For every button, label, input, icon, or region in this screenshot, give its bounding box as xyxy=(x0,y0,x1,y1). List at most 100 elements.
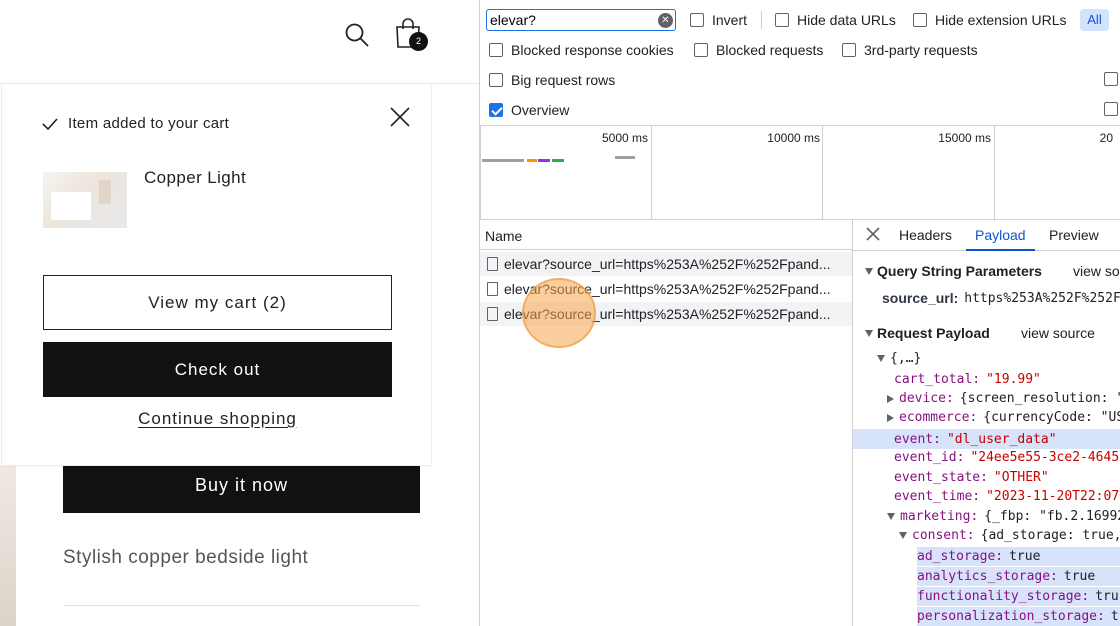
hide-extension-urls-checkbox[interactable]: Hide extension URLs xyxy=(913,12,1067,28)
checkbox-label: Hide extension URLs xyxy=(935,12,1067,28)
checkbox-label: Invert xyxy=(712,12,748,28)
query-param-row: source_url: https%253A%252F%252Fp xyxy=(882,290,1120,306)
right-settings-checkbox-2[interactable] xyxy=(1104,102,1118,116)
timeline-gridline xyxy=(994,126,995,221)
product-thumbnail xyxy=(43,172,127,228)
type-filter-all-button[interactable]: All xyxy=(1080,9,1109,31)
checkbox-box[interactable] xyxy=(842,43,856,57)
request-payload-section-header[interactable]: Request Payload xyxy=(865,325,990,341)
request-name[interactable]: elevar?source_url=https%253A%252F%252Fpa… xyxy=(504,256,844,272)
collapse-triangle-icon[interactable] xyxy=(887,513,895,520)
checkbox-box[interactable] xyxy=(775,13,789,27)
collapse-triangle-icon[interactable] xyxy=(899,532,907,539)
expand-triangle-icon[interactable] xyxy=(877,355,885,362)
search-icon[interactable] xyxy=(344,22,370,48)
timeline-tick-label: 20 xyxy=(1099,131,1113,145)
invert-checkbox[interactable]: Invert xyxy=(690,12,747,28)
buy-it-now-button[interactable]: Buy it now xyxy=(63,458,420,513)
product-image-edge xyxy=(0,466,16,626)
right-settings-checkbox-1[interactable] xyxy=(1104,72,1118,86)
overview-checkbox[interactable]: Overview xyxy=(489,102,569,118)
payload-root[interactable]: {,…} xyxy=(877,351,921,366)
view-source-link[interactable]: view so xyxy=(1073,263,1120,279)
tab-preview[interactable]: Preview xyxy=(1049,220,1099,251)
timeline-tick-label: 10000 ms xyxy=(767,131,820,145)
checkbox-box[interactable] xyxy=(694,43,708,57)
clear-filter-icon[interactable]: ✕ xyxy=(658,13,673,28)
overview-timeline[interactable]: 5000 ms 10000 ms 15000 ms 20 xyxy=(480,125,1120,221)
big-request-rows-checkbox[interactable]: Big request rows xyxy=(489,72,615,88)
checkout-button[interactable]: Check out xyxy=(43,342,392,397)
close-icon[interactable] xyxy=(865,226,881,242)
check-icon xyxy=(42,117,58,130)
checkbox-label: Big request rows xyxy=(511,72,616,88)
payload-value: true xyxy=(1009,549,1041,564)
expand-triangle-icon[interactable] xyxy=(887,394,894,403)
waterfall-bar xyxy=(552,159,564,162)
divider xyxy=(63,605,420,606)
payload-line-highlighted: event: "dl_user_data" xyxy=(853,429,1120,449)
collapse-triangle-icon[interactable] xyxy=(865,329,873,337)
query-string-section-header[interactable]: Query String Parameters xyxy=(865,263,1042,279)
continue-shopping-link[interactable]: Continue shopping xyxy=(2,409,433,429)
checkbox-box[interactable] xyxy=(913,13,927,27)
payload-line[interactable]: device: {screen_resolution: " xyxy=(887,391,1120,406)
payload-line[interactable]: consent: {ad_storage: true, xyxy=(899,528,1120,543)
checkbox-label: 3rd-party requests xyxy=(864,42,978,58)
detail-tabs: Headers Payload Preview xyxy=(853,220,1120,251)
payload-key: event: xyxy=(894,431,941,447)
payload-value: {_fbp: "fb.2.16992 xyxy=(984,509,1120,524)
param-key: source_url: xyxy=(882,290,959,306)
checkbox-box[interactable] xyxy=(690,13,704,27)
timeline-gridline xyxy=(480,126,481,221)
payload-key: marketing: xyxy=(900,509,979,524)
close-icon[interactable] xyxy=(388,105,412,129)
payload-key: functionality_storage: xyxy=(917,589,1090,604)
view-cart-button[interactable]: View my cart (2) xyxy=(43,275,392,330)
product-description: Stylish copper bedside light xyxy=(63,547,309,568)
request-detail-panel: Headers Payload Preview Query String Par… xyxy=(852,220,1120,626)
payload-line-selected: functionality_storage: tru xyxy=(917,587,1120,606)
blocked-requests-checkbox[interactable]: Blocked requests xyxy=(694,42,823,58)
checkbox-box[interactable] xyxy=(489,103,503,117)
payload-key: ad_storage: xyxy=(917,549,1004,564)
store-header: 2 xyxy=(0,0,479,84)
payload-key: device: xyxy=(899,391,954,406)
blocked-response-cookies-checkbox[interactable]: Blocked response cookies xyxy=(489,42,674,58)
tab-headers[interactable]: Headers xyxy=(899,220,952,251)
continue-shopping-label[interactable]: Continue shopping xyxy=(138,409,297,428)
payload-value: {currencyCode: "US xyxy=(983,410,1120,425)
payload-key: cart_total: xyxy=(894,372,981,387)
request-row[interactable]: elevar?source_url=https%253A%252F%252Fpa… xyxy=(480,252,852,276)
waterfall-bar xyxy=(527,159,537,162)
filter-input[interactable] xyxy=(486,9,676,31)
hide-data-urls-checkbox[interactable]: Hide data URLs xyxy=(775,12,896,28)
view-source-link[interactable]: view source xyxy=(1021,325,1095,341)
checkbox-box[interactable] xyxy=(489,73,503,87)
checkbox-box[interactable] xyxy=(489,43,503,57)
payload-key: event_state: xyxy=(894,470,988,485)
payload-value: tru xyxy=(1095,589,1119,604)
payload-line-selected: ad_storage: true xyxy=(917,547,1120,566)
payload-key: consent: xyxy=(912,528,975,543)
cart-count-badge: 2 xyxy=(409,32,428,51)
tab-payload[interactable]: Payload xyxy=(966,220,1035,251)
payload-line: event_id: "24ee5e55-3ce2-4645- xyxy=(894,450,1120,465)
payload-line-selected: analytics_storage: true xyxy=(917,567,1120,586)
waterfall-bar xyxy=(482,159,524,162)
name-column-header[interactable]: Name xyxy=(480,220,852,250)
expand-triangle-icon[interactable] xyxy=(887,413,894,422)
checkbox-label: Blocked requests xyxy=(716,42,824,58)
collapse-triangle-icon[interactable] xyxy=(865,267,873,275)
added-confirmation: Item added to your cart xyxy=(42,115,229,132)
payload-line: cart_total: "19.99" xyxy=(894,372,1041,387)
payload-value: "2023-11-20T22:07 xyxy=(986,489,1120,504)
payload-line[interactable]: ecommerce: {currencyCode: "US xyxy=(887,410,1120,425)
payload-root-label: {,…} xyxy=(890,351,922,366)
payload-value: true xyxy=(1063,569,1096,584)
payload-value: "OTHER" xyxy=(993,470,1049,485)
third-party-requests-checkbox[interactable]: 3rd-party requests xyxy=(842,42,978,58)
section-title: Query String Parameters xyxy=(877,263,1042,279)
waterfall-bar xyxy=(615,156,635,159)
payload-line[interactable]: marketing: {_fbp: "fb.2.16992 xyxy=(887,509,1120,524)
